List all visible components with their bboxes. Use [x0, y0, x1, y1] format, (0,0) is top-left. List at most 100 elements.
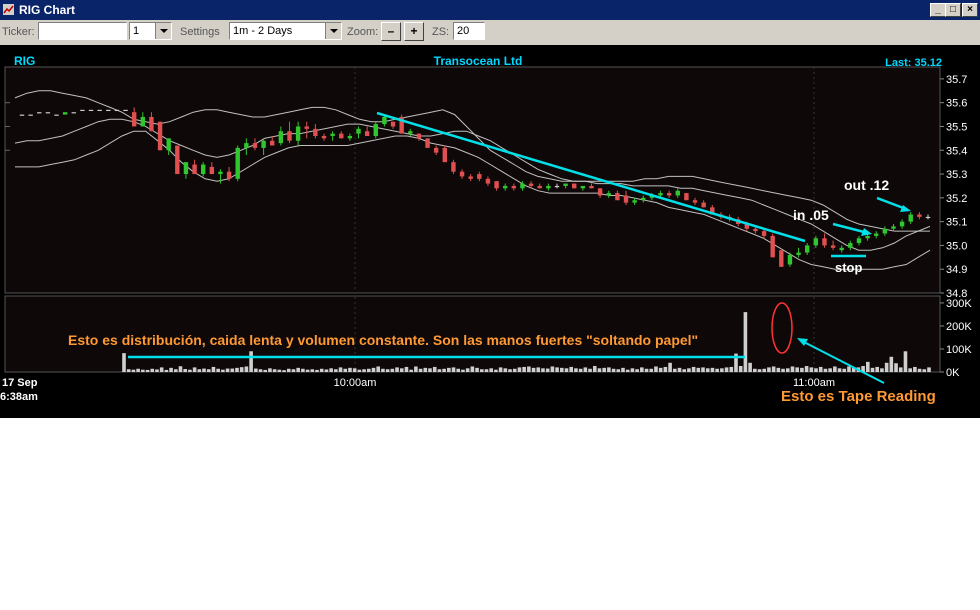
candle-body	[347, 135, 353, 139]
volume-bar	[399, 368, 404, 372]
volume-tick-label: 300K	[946, 298, 972, 310]
volume-tick-label: 100K	[946, 344, 972, 356]
volume-bar	[371, 367, 376, 372]
candle-body	[839, 247, 844, 251]
candle-body	[632, 200, 637, 203]
volume-bar	[239, 367, 244, 372]
candle-body	[753, 228, 758, 232]
volume-bar	[870, 367, 875, 372]
volume-bar	[498, 367, 503, 372]
minimize-button[interactable]: _	[930, 3, 946, 17]
volume-bar	[560, 367, 564, 372]
volume-bar	[687, 368, 691, 372]
volume-bar	[216, 368, 220, 372]
candle-body	[891, 226, 896, 229]
volume-bar	[790, 366, 795, 372]
candle-body	[848, 243, 853, 248]
candle-body	[563, 183, 568, 186]
volume-bar	[823, 368, 828, 372]
range-value: 1m - 2 Days	[233, 25, 293, 37]
out-label: out .12	[844, 177, 889, 193]
volume-bar	[578, 368, 583, 372]
price-tick-label: 35.5	[946, 121, 967, 133]
volume-bar	[550, 366, 555, 372]
candle-body	[528, 183, 534, 186]
settings-button[interactable]: Settings	[180, 26, 220, 38]
volume-bar	[720, 368, 724, 372]
chevron-down-icon[interactable]	[325, 23, 341, 39]
candle-body	[882, 228, 888, 234]
volume-bar	[173, 369, 178, 372]
volume-bar	[668, 362, 672, 372]
chevron-down-icon[interactable]	[155, 23, 171, 39]
candle-body	[356, 128, 361, 134]
candle-body	[477, 174, 482, 179]
volume-bar	[376, 366, 381, 372]
volume-bar	[164, 369, 169, 372]
candle-body	[606, 193, 611, 196]
interval-select[interactable]: 1	[129, 22, 172, 40]
zs-input[interactable]: 20	[453, 22, 485, 40]
price-tick-label: 35.1	[946, 217, 967, 229]
zoom-out-button[interactable]: –	[381, 22, 401, 41]
volume-bar	[319, 368, 324, 372]
ticker-input[interactable]	[38, 22, 127, 40]
candle-body	[131, 112, 137, 127]
volume-bar	[818, 366, 823, 372]
interval-value: 1	[133, 25, 140, 37]
volume-bar	[597, 368, 602, 372]
title-bar[interactable]: RIG Chart _ □ ×	[0, 0, 980, 20]
close-button[interactable]: ×	[962, 3, 978, 17]
volume-bar	[583, 367, 588, 372]
volume-bar	[569, 366, 574, 372]
volume-bar	[672, 368, 677, 372]
candle-body	[295, 126, 301, 141]
volume-bar	[277, 369, 282, 372]
candle-body	[226, 171, 232, 179]
volume-bar	[785, 368, 790, 372]
candle-body	[623, 195, 629, 203]
zoom-in-button[interactable]: +	[404, 22, 424, 41]
volume-bar	[503, 368, 508, 372]
volume-bar	[663, 366, 668, 372]
volume-bar	[625, 369, 630, 372]
candle-body	[373, 124, 378, 136]
candle-body	[304, 126, 309, 129]
volume-bar	[588, 368, 592, 372]
volume-bar	[804, 366, 809, 372]
price-tick-label: 35.3	[946, 169, 967, 181]
maximize-button[interactable]: □	[945, 3, 961, 17]
volume-bar	[206, 369, 211, 372]
candle-body	[45, 112, 51, 114]
volume-bar	[828, 368, 832, 372]
candle-body	[865, 235, 870, 239]
volume-bar	[611, 368, 616, 372]
chart-area[interactable]: 34.8 34.9 35.0 35.1 35.2 35.3 35.4 35.5 35.6 35.7…	[0, 45, 980, 418]
candle-body	[218, 171, 223, 175]
volume-bar	[710, 367, 715, 372]
volume-bar	[381, 368, 385, 372]
volume-bar	[607, 367, 611, 372]
x-first-time: 6:38am	[0, 391, 38, 403]
volume-bar	[352, 368, 357, 372]
candle-body	[459, 171, 465, 177]
volume-bar	[677, 367, 682, 372]
volume-bar	[211, 366, 216, 372]
zoom-label: Zoom:	[347, 26, 379, 38]
price-chart[interactable]: 34.834.935.035.135.235.335.435.535.635.7…	[0, 45, 980, 418]
candle-body	[442, 147, 447, 163]
volume-bar	[738, 366, 743, 372]
tape-reading-note: Esto es Tape Reading	[781, 388, 936, 405]
candle-body	[908, 214, 913, 222]
volume-bar	[658, 367, 663, 372]
candle-body	[80, 109, 85, 112]
candle-body	[235, 147, 240, 179]
candle-body	[425, 138, 430, 148]
volume-bar	[188, 369, 192, 372]
volume-bar	[202, 368, 206, 372]
candle-body	[615, 193, 620, 201]
candle-body	[761, 231, 767, 236]
range-select[interactable]: 1m - 2 Days	[229, 22, 342, 40]
volume-bar	[724, 367, 729, 372]
candle-body	[166, 138, 171, 151]
